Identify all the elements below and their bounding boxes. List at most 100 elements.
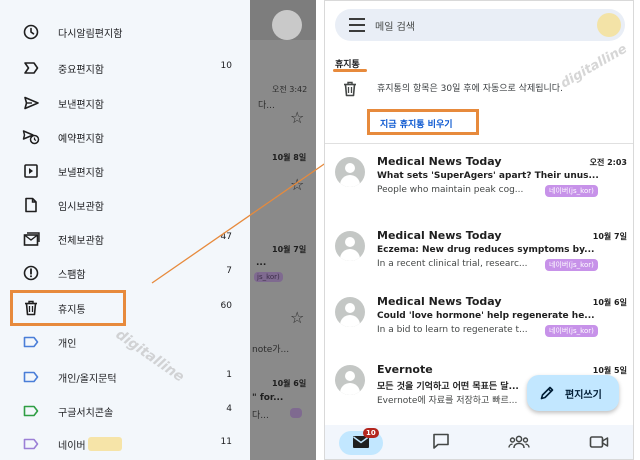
draft-icon [22,196,40,214]
account-avatar[interactable] [272,10,302,40]
email-preview: In a recent clinical trial, researc... [377,259,528,269]
account-avatar[interactable] [597,13,621,37]
drawer-item-label-naver[interactable]: 네이버 11 [0,432,250,456]
drawer-item-drafts[interactable]: 임시보관함 [0,193,250,217]
drawer-item-all-mail[interactable]: 전체보관함 47 [0,227,250,251]
email-row[interactable]: Medical News Today 10월 7일 Eczema: New dr… [325,227,633,293]
email-label-chip: 네이버(js_kor) [545,325,598,337]
folder-title-underline [333,69,367,72]
drawer-item-scheduled[interactable]: 예약편지함 [0,125,250,149]
sender-avatar[interactable] [335,157,365,187]
drawer-item-label-search-console[interactable]: 구글서치콘솔 4 [0,399,250,423]
email-subject: What sets 'SuperAgers' apart? Their unus… [377,171,599,181]
redaction-blur [88,437,122,451]
trash-highlight-box [10,290,126,326]
drawer-item-important[interactable]: 중요편지함 10 [0,56,250,80]
compose-label: 편지쓰기 [565,390,602,401]
email-subject: Could 'love hormone' help regenerate he.… [377,311,595,321]
drawer-item-label: 개인/올지문턱 [58,374,117,385]
drawer-item-count: 60 [220,301,232,311]
star-icon[interactable]: ☆ [290,308,304,327]
drawer-item-count: 47 [220,232,232,242]
bottom-nav-chat[interactable] [419,431,463,455]
bg-label-chip: js_kor) [254,272,283,282]
divider [325,143,633,144]
pencil-icon [539,385,555,401]
drawer-item-count: 10 [220,61,232,71]
bottom-nav-spaces[interactable] [497,431,541,455]
search-placeholder: 메일 검색 [375,22,415,33]
drawer-item-spam[interactable]: 스팸함 7 [0,261,250,285]
drawer-item-label: 보낼편지함 [58,168,104,179]
bg-text: " for... [252,393,284,403]
email-preview: Evernote에 자료를 저장하고 빠르... [377,396,518,406]
email-date: 10월 7일 [592,232,627,241]
email-date: 10월 6일 [592,298,627,307]
email-row[interactable]: Medical News Today 10월 6일 Could 'love ho… [325,293,633,359]
people-icon [508,434,530,453]
bottom-navigation: 10 [325,425,633,459]
bg-text: 다... [252,411,269,421]
spam-icon [22,264,40,282]
trash-notice-text: 휴지통의 항목은 30일 후에 자동으로 삭제됩니다. [377,84,563,94]
empty-trash-label: 지금 휴지통 비우기 [380,120,453,130]
drawer-item-label: 보낸편지함 [58,100,104,111]
scheduled-send-icon [22,128,40,146]
bottom-nav-mail[interactable]: 10 [339,428,383,455]
drawer-item-label: 개인 [58,339,77,350]
bg-text: note가... [252,345,290,355]
email-label-chip: 네이버(js_kor) [545,259,598,271]
bg-time: 오전 3:42 [272,85,308,94]
sender-avatar[interactable] [335,231,365,261]
email-subject: Eczema: New drug reduces symptoms by... [377,245,595,255]
outbox-icon [22,162,40,180]
bg-date: 10월 7일 [272,245,307,254]
email-sender: Medical News Today [377,295,502,308]
label-icon [22,333,40,351]
unread-badge: 10 [363,428,379,438]
label-icon [22,402,40,420]
email-sender: Medical News Today [377,155,502,168]
left-screenshot: 오전 3:42 다... ☆ 10월 8일 ☆ 10월 7일 ... js_ko… [0,0,316,460]
drawer-item-sent[interactable]: 보낸편지함 [0,91,250,115]
drawer-item-label: 네이버 [58,441,86,452]
bg-date: 10월 8일 [272,153,307,162]
empty-trash-button[interactable]: 지금 휴지통 비우기 [367,109,479,135]
drawer-item-label: 임시보관함 [58,202,104,213]
navigation-drawer: 다시알림편지함 중요편지함 10 보낸편지함 예약편지함 보낼편지함 임시보관함… [0,0,250,460]
important-icon [22,59,40,77]
email-row[interactable]: Medical News Today 오전 2:03 What sets 'Su… [325,153,633,219]
search-bar[interactable]: 메일 검색 [335,9,625,41]
menu-icon[interactable] [349,18,365,32]
bg-text: 다... [258,101,275,111]
compose-button[interactable]: 편지쓰기 [527,375,619,411]
bottom-nav-meet[interactable] [577,431,621,455]
all-mail-icon [22,230,40,248]
drawer-item-label: 예약편지함 [58,134,104,145]
sender-avatar[interactable] [335,365,365,395]
email-label-chip: 네이버(js_kor) [545,185,598,197]
email-sender: Evernote [377,363,433,376]
video-icon [589,434,609,453]
star-icon[interactable]: ☆ [290,108,304,127]
drawer-item-count: 7 [226,266,232,276]
drawer-item-count: 1 [226,370,232,380]
drawer-item-snoozed[interactable]: 다시알림편지함 [0,20,250,44]
drawer-item-label: 다시알림편지함 [58,29,123,40]
sender-avatar[interactable] [335,297,365,327]
watermark: digitalline [558,41,630,92]
email-date: 오전 2:03 [589,158,627,167]
drawer-item-count: 11 [220,437,232,447]
drawer-item-count: 4 [226,404,232,414]
star-icon[interactable]: ☆ [290,175,304,194]
drawer-item-label-personal-sub[interactable]: 개인/올지문턱 1 [0,365,250,389]
right-screenshot: 메일 검색 digitalline 휴지통 휴지통의 항목은 30일 후에 자동… [324,0,634,460]
drawer-item-label: 구글서치콘솔 [58,408,114,419]
email-preview: In a bid to learn to regenerate t... [377,325,528,335]
drawer-item-label: 중요편지함 [58,65,104,76]
email-preview: People who maintain peak cog... [377,185,524,195]
label-icon [22,435,40,453]
chat-icon [432,433,450,453]
email-sender: Medical News Today [377,229,502,242]
drawer-item-outbox[interactable]: 보낼편지함 [0,159,250,183]
